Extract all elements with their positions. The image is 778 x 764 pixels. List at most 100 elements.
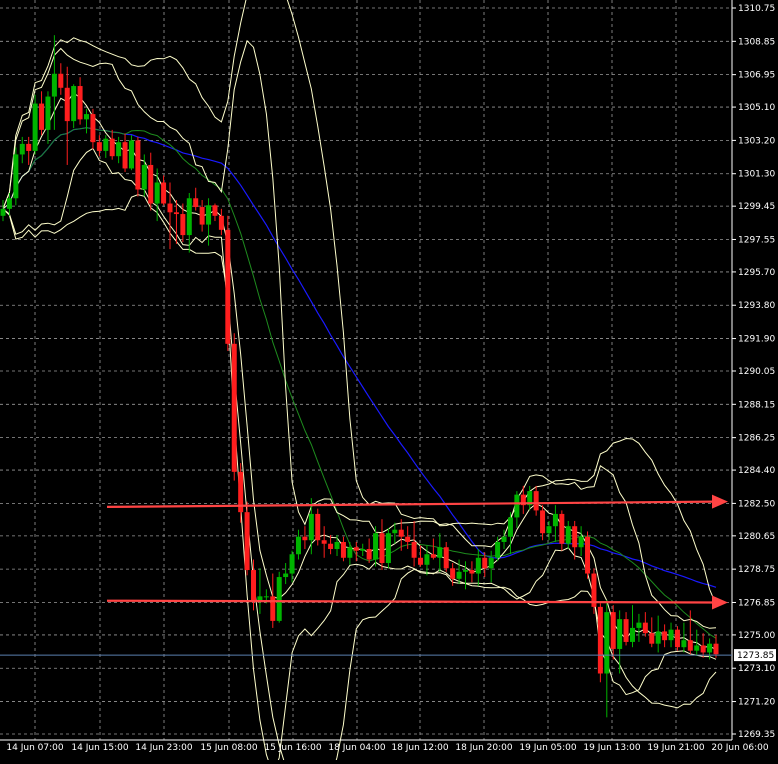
y-tick-label: 1310.75 <box>738 4 775 14</box>
bull-candle <box>13 154 19 199</box>
bear-candle <box>572 526 578 548</box>
bear-candle <box>366 548 372 560</box>
bull-candle <box>707 643 713 653</box>
bull-candle <box>629 627 635 642</box>
bear-candle <box>212 205 218 216</box>
bear-candle <box>610 612 616 649</box>
bear-candle <box>251 570 257 602</box>
bear-candle <box>58 73 64 88</box>
bull-candle <box>154 182 160 204</box>
y-tick-label: 1297.55 <box>738 235 775 245</box>
bear-candle <box>135 140 141 190</box>
bull-candle <box>694 645 700 651</box>
bear-candle <box>450 568 456 579</box>
bear-candle <box>700 645 706 653</box>
bear-candle <box>77 86 83 120</box>
bull-candle <box>45 96 51 130</box>
y-tick-label: 1271.20 <box>738 698 775 708</box>
bull-candle <box>295 536 301 555</box>
bull-candle <box>128 140 134 169</box>
price-chart[interactable]: 14 Jun 07:00 14 Jun 15:00 14 Jun 23:00 15 J… <box>0 0 778 764</box>
bear-candle <box>540 510 546 534</box>
bull-candle <box>636 622 642 628</box>
bear-candle <box>713 643 719 655</box>
bull-candle <box>495 541 501 558</box>
bear-candle <box>642 622 648 634</box>
bull-candle <box>84 114 90 120</box>
bull-candle <box>501 536 507 542</box>
bull-candle <box>668 629 674 641</box>
y-tick-label: 1276.85 <box>738 598 775 608</box>
bear-candle <box>225 229 231 344</box>
bear-candle <box>173 212 179 215</box>
chart-background <box>0 0 778 760</box>
bull-candle <box>437 547 443 558</box>
bull-candle <box>681 640 687 648</box>
y-tick-label: 1275.00 <box>738 631 775 641</box>
y-tick-label: 1282.50 <box>738 499 775 509</box>
x-tick-label: 14 Jun 23:00 <box>135 743 192 753</box>
bear-candle <box>321 540 327 544</box>
bull-candle <box>186 198 192 236</box>
bear-candle <box>405 536 411 542</box>
bear-candle <box>26 143 32 151</box>
x-tick-label: 15 Jun 08:00 <box>200 743 257 753</box>
bull-candle <box>289 554 295 574</box>
bear-candle <box>328 543 334 549</box>
y-tick-label: 1284.40 <box>738 466 775 476</box>
bear-candle <box>90 114 96 143</box>
bull-candle <box>424 554 430 565</box>
y-tick-label: 1273.10 <box>738 664 775 674</box>
bull-candle <box>514 494 520 518</box>
y-tick-label: 1306.95 <box>738 71 775 81</box>
bear-candle <box>161 182 167 204</box>
bear-candle <box>379 533 385 564</box>
bear-candle <box>662 631 668 641</box>
x-tick-label: 15 Jun 16:00 <box>264 743 321 753</box>
x-tick-label: 19 Jun 13:00 <box>583 743 640 753</box>
x-tick-label: 18 Jun 04:00 <box>328 743 385 753</box>
bear-candle <box>623 619 629 642</box>
bull-candle <box>507 517 513 537</box>
x-tick-label: 19 Jun 21:00 <box>647 743 704 753</box>
bull-candle <box>617 619 623 649</box>
bull-candle <box>263 596 269 598</box>
bear-candle <box>469 570 475 574</box>
bull-candle <box>456 571 462 579</box>
bull-candle <box>604 612 610 674</box>
y-tick-label: 1280.65 <box>738 532 775 542</box>
chart-canvas[interactable]: 14 Jun 07:00 14 Jun 15:00 14 Jun 23:00 15 J… <box>0 0 778 764</box>
y-tick-label: 1290.05 <box>738 367 775 377</box>
bull-candle <box>308 513 314 541</box>
bull-candle <box>655 631 661 644</box>
y-tick-label: 1293.80 <box>738 301 775 311</box>
bear-candle <box>96 142 102 151</box>
bull-candle <box>373 533 379 560</box>
bull-candle <box>488 557 494 569</box>
bear-candle <box>302 536 308 541</box>
bear-candle <box>193 198 199 208</box>
bull-candle <box>347 547 353 558</box>
bull-candle <box>360 548 366 551</box>
bear-candle <box>64 87 70 122</box>
current-price-label: 1273.85 <box>737 651 774 661</box>
y-tick-label: 1308.85 <box>738 37 775 47</box>
x-tick-label: 14 Jun 07:00 <box>6 743 63 753</box>
bull-candle <box>283 573 289 578</box>
bull-candle <box>19 143 25 155</box>
bear-candle <box>443 547 449 569</box>
bear-candle <box>109 138 115 157</box>
bull-candle <box>475 557 481 574</box>
bear-candle <box>244 512 250 571</box>
bull-candle <box>32 103 38 151</box>
bear-candle <box>559 513 565 544</box>
bear-candle <box>649 633 655 644</box>
bull-candle <box>385 533 391 564</box>
x-tick-label: 18 Jun 20:00 <box>455 743 512 753</box>
bull-candle <box>51 73 57 97</box>
bear-candle <box>674 629 680 648</box>
y-tick-label: 1301.30 <box>738 170 775 180</box>
bull-candle <box>141 164 147 190</box>
x-tick-label: 18 Jun 12:00 <box>391 743 448 753</box>
y-tick-label: 1291.90 <box>738 335 775 345</box>
